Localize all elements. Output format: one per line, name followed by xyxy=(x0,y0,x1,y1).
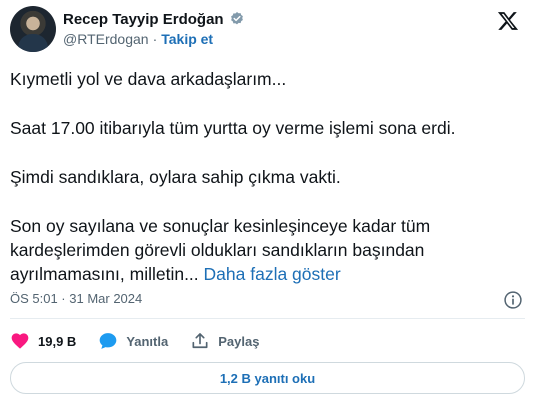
speech-bubble-icon xyxy=(99,333,117,349)
author-handle[interactable]: @RTErdogan xyxy=(63,31,149,47)
like-button[interactable]: 19,9 B xyxy=(10,331,76,351)
tweet-timestamp[interactable]: ÖS 5:01 · 31 Mar 2024 xyxy=(10,291,142,306)
follow-link[interactable]: Takip et xyxy=(161,31,213,47)
tweet-paragraph-last: Son oy sayılana ve sonuçlar kesinleşince… xyxy=(10,214,525,286)
verified-badge-icon xyxy=(230,12,243,25)
share-label: Paylaş xyxy=(218,333,260,349)
divider xyxy=(10,318,525,319)
reply-label: Yanıtla xyxy=(126,333,169,349)
separator-dot: · xyxy=(152,31,158,47)
x-logo-icon[interactable] xyxy=(497,10,519,32)
like-count: 19,9 B xyxy=(38,333,77,349)
tweet-paragraph: Kıymetli yol ve dava arkadaşlarım... xyxy=(10,69,287,89)
read-replies-button[interactable]: 1,2 B yanıtı oku xyxy=(10,362,525,394)
tweet-text: Kıymetli yol ve dava arkadaşlarım... Saa… xyxy=(10,67,525,286)
author-name[interactable]: Recep Tayyip Erdoğan xyxy=(63,11,224,28)
tweet-paragraph: Saat 17.00 itibarıyla tüm yurtta oy verm… xyxy=(10,118,456,138)
show-more-link[interactable]: Daha fazla göster xyxy=(204,264,341,284)
heart-icon xyxy=(11,333,29,349)
handle-row: @RTErdogan · Takip et xyxy=(63,31,213,47)
tweet-header: Recep Tayyip Erdoğan @RTErdogan · Takip … xyxy=(10,4,525,54)
author-name-row: Recep Tayyip Erdoğan xyxy=(63,9,245,29)
tweet-paragraph: Şimdi sandıklara, oylara sahip çıkma vak… xyxy=(10,167,341,187)
avatar[interactable] xyxy=(10,6,56,52)
share-upload-icon xyxy=(192,333,208,349)
info-icon[interactable] xyxy=(503,290,523,310)
reply-button[interactable]: Yanıtla xyxy=(98,331,168,351)
action-bar: 19,9 B Yanıtla Paylaş xyxy=(10,331,281,351)
share-button[interactable]: Paylaş xyxy=(190,331,259,351)
